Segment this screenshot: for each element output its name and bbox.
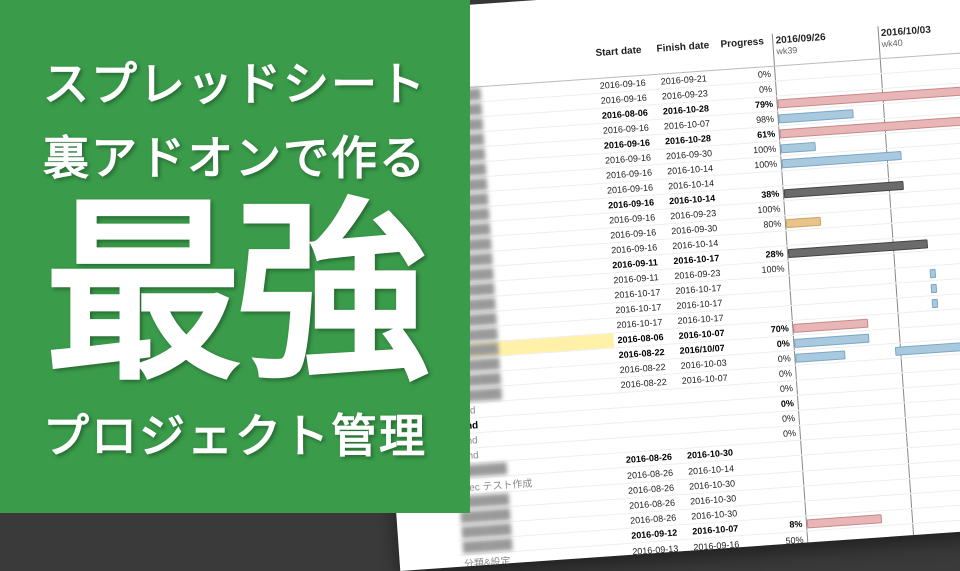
gantt-bar[interactable] (781, 142, 817, 153)
gantt-bar[interactable] (796, 350, 847, 362)
gantt-bar[interactable] (786, 217, 822, 228)
headline-big: 最強 (45, 196, 425, 392)
headline-panel: スプレッドシート 裏アドオンで作る 最強 プロジェクト管理 (0, 0, 470, 513)
gantt-table: Start date Finish date Progress 2016/09/… (425, 19, 960, 571)
col-week-1: 2016/10/03 wk40 (878, 19, 960, 59)
cell-start[interactable]: 2016-09-13 (628, 539, 690, 559)
col-start: Start date (593, 42, 656, 79)
col-finish: Finish date (654, 37, 720, 74)
cell-week-1[interactable] (915, 548, 960, 570)
gantt-bar[interactable] (810, 561, 885, 571)
headline-line3: プロジェクト管理 (43, 400, 427, 466)
cell-finish[interactable]: 2016-10-07 (691, 567, 756, 571)
cell-progress[interactable]: 50% (753, 531, 809, 551)
cell-week-0[interactable] (809, 540, 915, 563)
blurred-task-text: ███████ (462, 539, 512, 553)
headline-line2: 裏アドオンで作る (43, 122, 427, 188)
gantt-bar[interactable] (809, 545, 884, 559)
cell-start[interactable]: 2016-09-19 (629, 555, 691, 571)
col-progress: Progress (718, 34, 775, 70)
cell-progress[interactable] (754, 547, 810, 567)
cell-finish[interactable]: 2016-09-16 (689, 535, 754, 555)
blurred-task-text: ███████ (461, 524, 511, 538)
cell-finish[interactable]: 2016-10-07 (690, 551, 755, 571)
cell-progress[interactable] (755, 563, 811, 571)
headline-line1: スプレッドシート (43, 48, 427, 114)
spreadsheet-table-wrap: Start date Finish date Progress 2016/09/… (425, 19, 960, 571)
cell-week-0[interactable] (810, 556, 916, 571)
cell-week-1[interactable] (914, 532, 960, 555)
